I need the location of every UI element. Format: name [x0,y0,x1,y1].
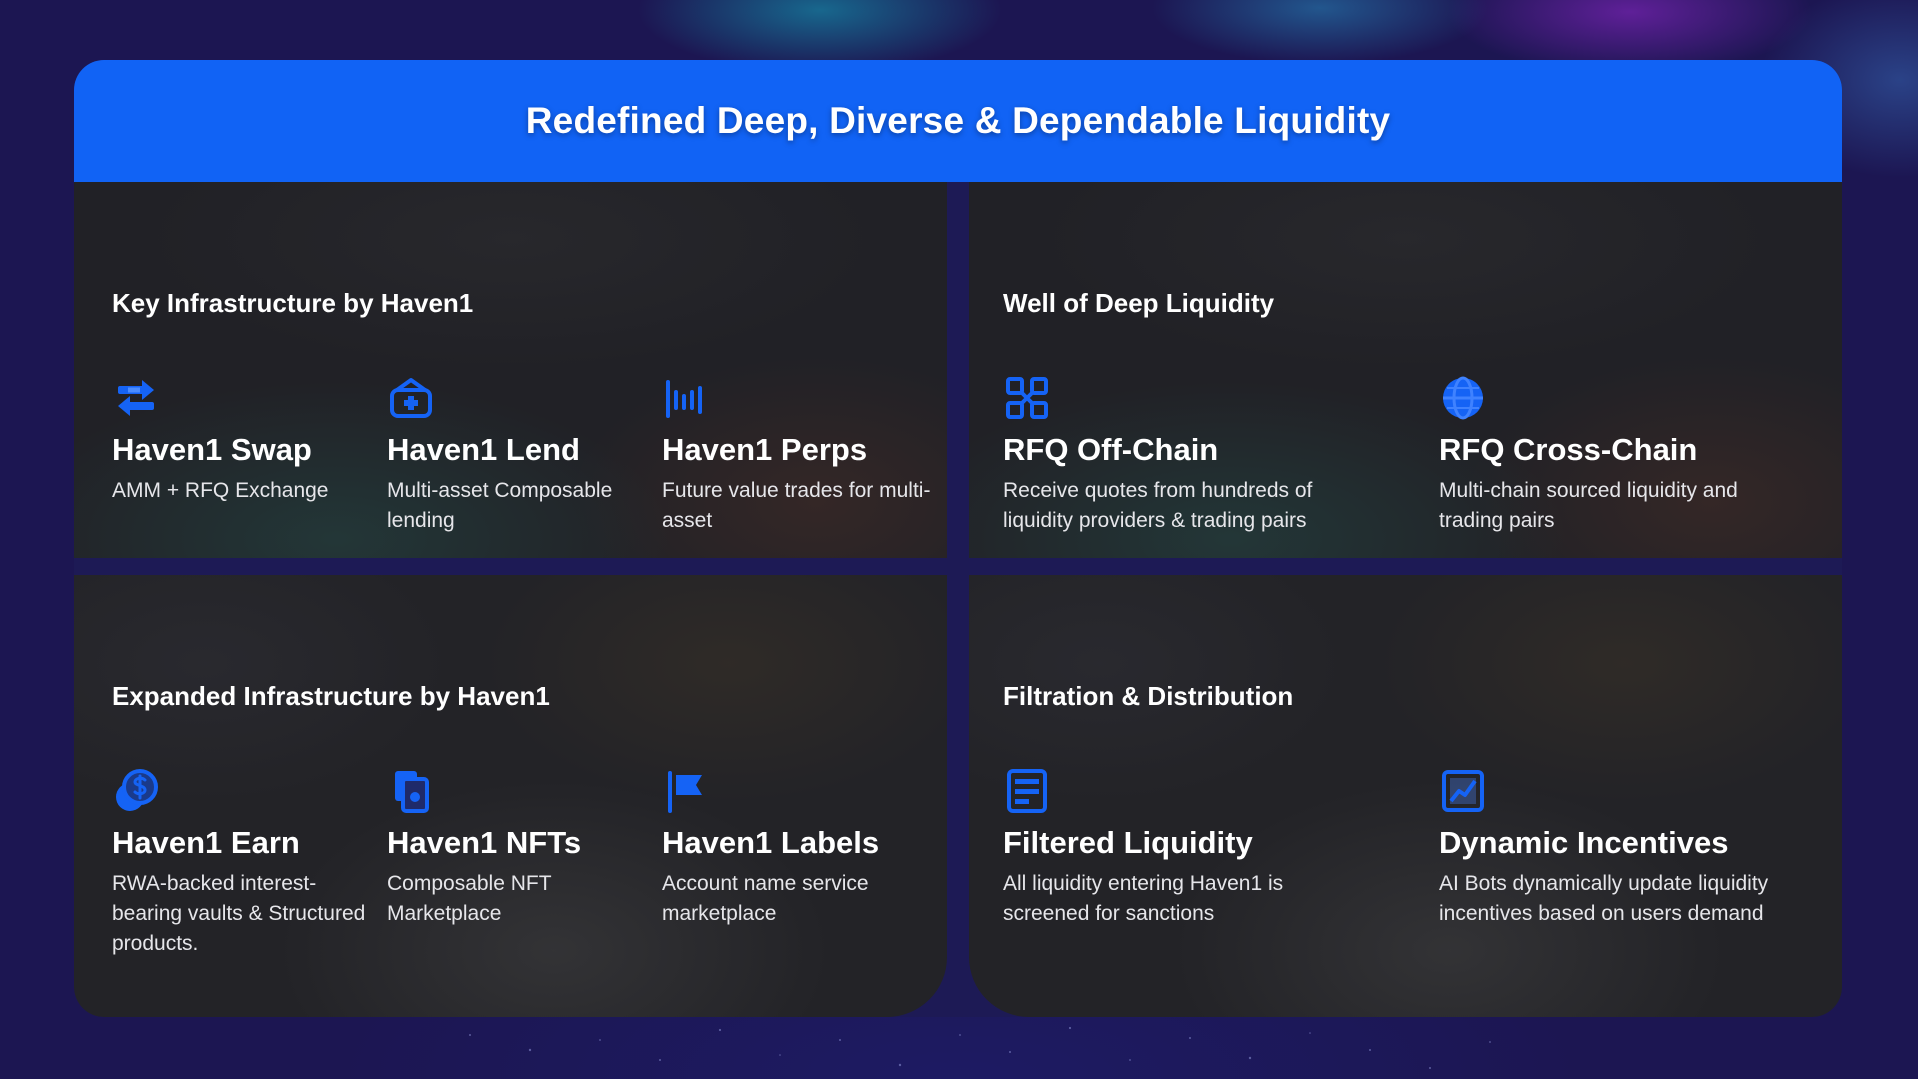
globe-icon [1443,376,1483,420]
feature-dynamic-incentives: Dynamic Incentives AI Bots dynamically u… [1439,767,1769,929]
feature-name: Haven1 NFTs [387,825,582,860]
feature-description: All liquidity entering Haven1 is screene… [1003,872,1284,925]
feature-name: Haven1 Labels [662,825,880,860]
swap-arrows-icon [118,380,154,416]
feature-rfq-cross-chain: RFQ Cross-Chain Multi-chain sourced liqu… [1439,374,1759,536]
feature-name: Haven1 Earn [112,825,300,860]
perps-bars-icon [666,380,702,418]
feature-name: RFQ Cross-Chain [1439,432,1698,467]
panel-title: Filtration & Distribution [1003,681,1294,711]
document-filter-icon [1007,769,1047,813]
feature-description: Account name service marketplace [662,872,869,925]
feature-description: RWA-backed interest-bearing vaults & Str… [112,872,366,955]
feature-description: Future value trades for multi-asset [662,479,931,532]
panel-expanded-infrastructure: Expanded Infrastructure by Haven1 Haven1… [74,575,947,1017]
panel-filtration-distribution: Filtration & Distribution Filtered Liqui… [969,575,1842,1017]
feature-description: Receive quotes from hundreds of liquidit… [1003,479,1313,532]
feature-filtered-liquidity: Filtered Liquidity All liquidity enterin… [1003,767,1333,929]
header-banner: Redefined Deep, Diverse & Dependable Liq… [74,60,1842,182]
feature-rfq-off-chain: RFQ Off-Chain Receive quotes from hundre… [1003,374,1333,536]
panel-title: Well of Deep Liquidity [1003,288,1275,318]
feature-name: Filtered Liquidity [1003,825,1253,860]
feature-description: AI Bots dynamically update liquidity inc… [1439,872,1769,925]
lend-box-icon [390,378,432,418]
panel-title: Key Infrastructure by Haven1 [112,288,474,318]
feature-name: RFQ Off-Chain [1003,432,1219,467]
feature-name: Haven1 Perps [662,432,868,467]
feature-description: AMM + RFQ Exchange [112,479,329,502]
feature-haven1-lend: Haven1 Lend Multi-asset Composable lendi… [387,374,667,536]
feature-name: Dynamic Incentives [1439,825,1729,860]
panel-title: Expanded Infrastructure by Haven1 [112,681,550,711]
feature-haven1-perps: Haven1 Perps Future value trades for mul… [662,374,942,536]
feature-name: Haven1 Lend [387,432,580,467]
feature-haven1-nfts: Haven1 NFTs Composable NFT Marketplace [387,767,667,929]
feature-haven1-earn: Haven1 Earn RWA-backed interest-bearing … [112,767,372,959]
nft-cards-icon [395,771,429,813]
feature-description: Multi-chain sourced liquidity and tradin… [1439,479,1738,532]
chart-trend-icon [1442,770,1484,812]
liquidity-overview-card: Redefined Deep, Diverse & Dependable Liq… [74,60,1842,1017]
page-title: Redefined Deep, Diverse & Dependable Liq… [525,100,1391,141]
panel-well-of-deep-liquidity: Well of Deep Liquidity RFQ Off-Chain Rec… [969,182,1842,558]
feature-description: Multi-asset Composable lending [387,479,613,532]
panel-key-infrastructure: Key Infrastructure by Haven1 Haven1 Swap… [74,182,947,558]
feature-name: Haven1 Swap [112,432,312,467]
grid-squares-icon [1006,377,1048,419]
feature-haven1-swap: Haven1 Swap AMM + RFQ Exchange [112,374,392,506]
dollar-coins-icon [116,769,158,811]
flag-icon [668,771,702,813]
feature-description: Composable NFT Marketplace [387,872,552,925]
feature-haven1-labels: Haven1 Labels Account name service marke… [662,767,942,929]
